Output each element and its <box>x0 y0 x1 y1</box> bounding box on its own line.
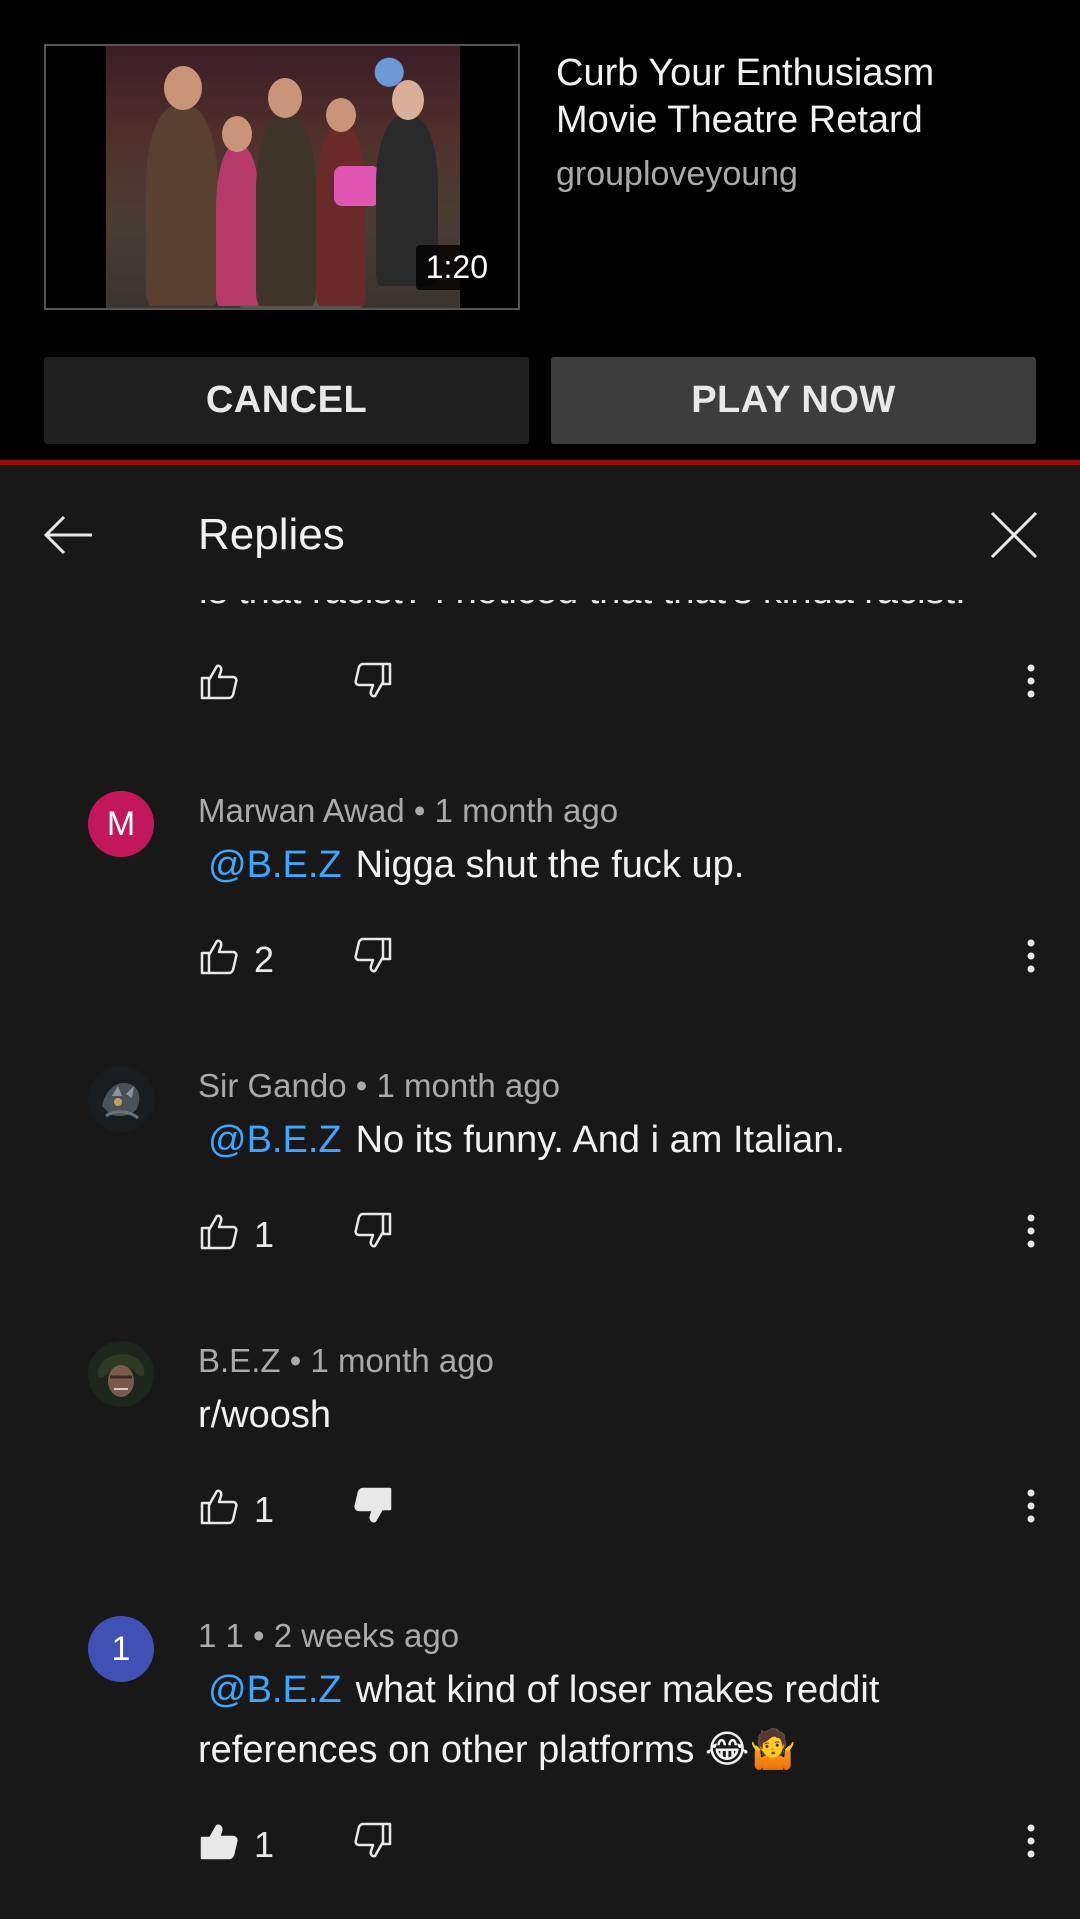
reply-time: 1 month ago <box>434 792 619 829</box>
dislike-icon[interactable] <box>352 1820 394 1862</box>
reply-actions: 1 <box>0 1485 1080 1541</box>
reply-time: 1 month ago <box>310 1342 494 1379</box>
reply-text: @B.E.Z what kind of loser makes reddit re… <box>198 1661 1038 1780</box>
like-count: 1 <box>254 1489 275 1530</box>
reply-meta: 1 1 • 2 weeks ago <box>198 1617 459 1655</box>
reply-author[interactable]: Sir Gando <box>198 1067 347 1104</box>
reply-actions: 1 <box>0 1820 1080 1876</box>
reply-body-line1: @B.E.Z what kind of loser makes reddit <box>198 1661 1038 1720</box>
reply-text: r/woosh <box>198 1386 1038 1445</box>
thumbnail-image <box>106 46 460 308</box>
more-options-icon[interactable] <box>1016 1210 1046 1252</box>
meta-separator: • <box>355 1067 377 1104</box>
cancel-button[interactable]: CANCEL <box>44 357 529 444</box>
video-duration: 1:20 <box>415 245 498 290</box>
reply-author[interactable]: B.E.Z <box>198 1342 281 1379</box>
dragon-avatar-icon <box>88 1066 154 1132</box>
more-options-icon[interactable] <box>1016 935 1046 977</box>
reply-body: r/woosh <box>198 1394 332 1436</box>
like-icon[interactable] <box>198 660 240 702</box>
reply-author[interactable]: 1 1 <box>198 1617 244 1654</box>
mention-link[interactable]: @B.E.Z <box>208 1669 342 1711</box>
avatar-image[interactable] <box>88 1066 154 1132</box>
video-title-line1: Curb Your Enthusiasm <box>556 52 935 94</box>
like-count: 1 <box>254 1214 275 1255</box>
reply-meta: B.E.Z • 1 month ago <box>198 1342 494 1380</box>
video-title-line2: Movie Theatre Retard <box>556 99 923 141</box>
video-channel[interactable]: grouploveyoung <box>556 155 798 194</box>
avatar-image[interactable] <box>88 1341 154 1407</box>
like-icon[interactable] <box>198 935 240 977</box>
reply-body: what kind of loser makes reddit <box>355 1669 880 1711</box>
more-options-icon[interactable] <box>1016 660 1046 702</box>
like-filled-icon[interactable] <box>198 1820 240 1862</box>
mention-link[interactable]: @B.E.Z <box>208 844 342 886</box>
like-icon[interactable] <box>198 1210 240 1252</box>
reply-actions: 1 <box>0 1210 1080 1266</box>
replies-header: Replies <box>0 465 1080 600</box>
meta-separator: • <box>289 1342 311 1379</box>
reply-text: @B.E.Z Nigga shut the fuck up. <box>198 836 1038 895</box>
like-icon[interactable] <box>198 1485 240 1527</box>
back-arrow-icon[interactable] <box>40 507 96 563</box>
comment-actions <box>0 660 1080 716</box>
avatar[interactable]: 1 <box>88 1616 154 1682</box>
reply-body: references on other platforms <box>198 1729 695 1771</box>
reply-text: @B.E.Z No its funny. And i am Italian. <box>198 1111 1038 1170</box>
portrait-avatar-icon <box>88 1341 154 1407</box>
reply-actions: 2 <box>0 935 1080 991</box>
more-options-icon[interactable] <box>1016 1820 1046 1862</box>
close-icon[interactable] <box>986 507 1042 563</box>
avatar[interactable]: M <box>88 791 154 857</box>
video-thumbnail[interactable]: 1:20 <box>44 44 520 310</box>
video-title[interactable]: Curb Your Enthusiasm Movie Theatre Retar… <box>556 50 1036 144</box>
replies-title: Replies <box>198 510 345 559</box>
reply-time: 2 weeks ago <box>273 1617 460 1654</box>
like-count: 1 <box>254 1824 275 1865</box>
reply-author[interactable]: Marwan Awad <box>198 792 405 829</box>
reply-body: Nigga shut the fuck up. <box>355 844 745 886</box>
reply-body-line2: references on other platforms 😂🤷 <box>198 1720 1038 1780</box>
reply-time: 1 month ago <box>376 1067 560 1104</box>
more-options-icon[interactable] <box>1016 1485 1046 1527</box>
reply-body: No its funny. And i am Italian. <box>355 1119 845 1161</box>
dislike-icon[interactable] <box>352 935 394 977</box>
reply-meta: Marwan Awad • 1 month ago <box>198 792 618 830</box>
reply-meta: Sir Gando • 1 month ago <box>198 1067 560 1105</box>
meta-separator: • <box>413 792 435 829</box>
like-count: 2 <box>254 939 275 980</box>
emoji-group: 😂🤷 <box>704 1727 797 1771</box>
mention-link[interactable]: @B.E.Z <box>208 1119 342 1161</box>
meta-separator: • <box>253 1617 274 1654</box>
up-next-overlay: 1:20 Curb Your Enthusiasm Movie Theatre … <box>0 0 1080 463</box>
dislike-icon[interactable] <box>352 660 394 702</box>
dislike-icon[interactable] <box>352 1210 394 1252</box>
play-now-button[interactable]: PLAY NOW <box>551 357 1036 444</box>
dislike-filled-icon[interactable] <box>352 1485 394 1527</box>
